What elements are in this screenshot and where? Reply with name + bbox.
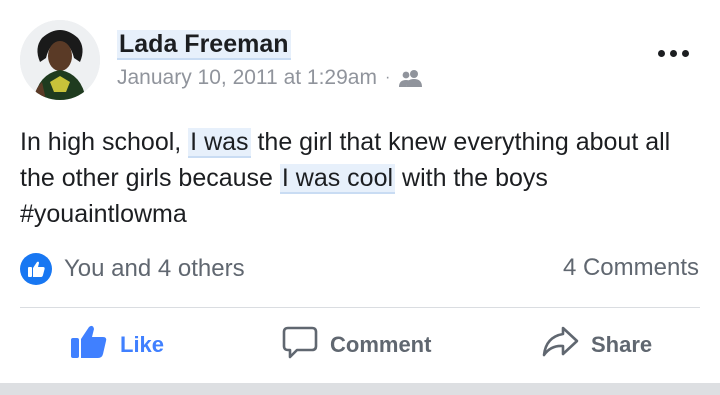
comments-count[interactable]: 4 Comments xyxy=(563,254,699,282)
post-text-part: In high school, xyxy=(20,128,189,156)
ellipsis-icon[interactable] xyxy=(655,38,691,68)
profile-photo xyxy=(20,20,100,100)
share-button[interactable]: Share xyxy=(541,318,652,372)
post-text: In high school, I was the girl that knew… xyxy=(20,124,700,232)
comment-label: Comment xyxy=(330,332,432,357)
avatar[interactable] xyxy=(20,20,100,100)
post-card: Lada Freeman January 10, 2011 at 1:29am … xyxy=(0,0,720,383)
share-label: Share xyxy=(591,332,653,357)
highlighted-phrase[interactable]: I was xyxy=(188,128,251,158)
like-button[interactable]: Like xyxy=(70,318,164,372)
author-first-name[interactable]: Lada Freeman xyxy=(117,30,291,60)
action-bar: Like Comment Share xyxy=(0,318,720,372)
post-meta: January 10, 2011 at 1:29am · xyxy=(117,66,424,90)
comment-button[interactable]: Comment xyxy=(282,318,431,372)
share-icon xyxy=(541,324,579,366)
thumbs-up-icon xyxy=(70,324,108,366)
highlighted-phrase[interactable]: I was cool xyxy=(279,164,396,194)
divider xyxy=(20,307,700,308)
reactions-label: You and 4 others xyxy=(64,255,245,282)
reactions-summary[interactable]: You and 4 others xyxy=(20,253,245,285)
feed-separator xyxy=(0,383,720,395)
meta-separator: · xyxy=(384,69,391,86)
ellipsis-dot xyxy=(669,49,677,57)
friends-icon[interactable] xyxy=(398,68,424,88)
author-name[interactable]: Lada Freeman xyxy=(117,30,291,60)
like-label: Like xyxy=(120,332,165,357)
ellipsis-dot xyxy=(681,49,689,57)
comment-icon xyxy=(282,324,318,366)
thumbs-up-icon xyxy=(20,253,52,285)
ellipsis-dot xyxy=(657,49,665,57)
post-timestamp[interactable]: January 10, 2011 at 1:29am xyxy=(117,66,377,90)
